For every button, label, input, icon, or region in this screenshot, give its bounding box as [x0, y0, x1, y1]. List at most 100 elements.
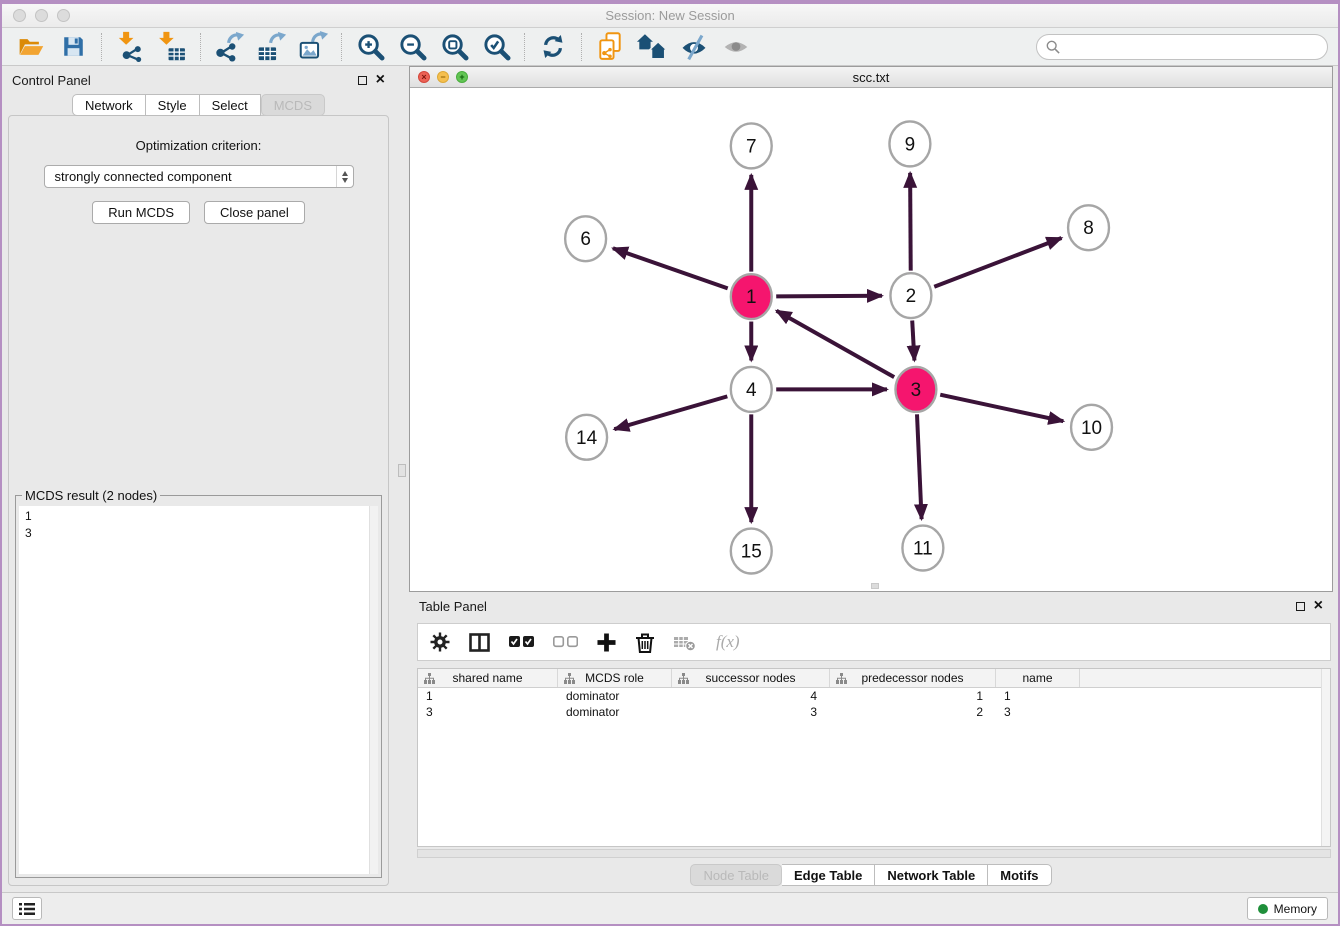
- search-box[interactable]: [1036, 34, 1328, 60]
- memory-button[interactable]: Memory: [1247, 897, 1328, 920]
- open-session-button[interactable]: [13, 31, 49, 63]
- table-row[interactable]: 3dominator323: [418, 704, 1330, 720]
- duplicate-network-button[interactable]: [592, 31, 628, 63]
- apply-layout-button[interactable]: [535, 31, 571, 63]
- zoom-out-button[interactable]: [394, 31, 430, 63]
- network-minimize-button[interactable]: −: [437, 71, 449, 83]
- add-column-button[interactable]: [597, 633, 616, 652]
- table-tab-edge-table[interactable]: Edge Table: [782, 864, 875, 886]
- cell-shared-name[interactable]: 3: [418, 704, 558, 720]
- task-history-button[interactable]: [12, 897, 42, 920]
- delete-column-button[interactable]: [635, 632, 655, 653]
- canvas-resize-grip[interactable]: [871, 583, 879, 589]
- table-scrollbar[interactable]: [1321, 669, 1330, 846]
- cell-predecessor-nodes[interactable]: 1: [830, 688, 996, 704]
- save-session-button[interactable]: [55, 31, 91, 63]
- graph-node-9[interactable]: 9: [889, 121, 930, 166]
- graph-node-11[interactable]: 11: [902, 526, 943, 571]
- hide-panel-button[interactable]: [676, 31, 712, 63]
- zoom-fit-button[interactable]: [436, 31, 472, 63]
- cell-MCDS-role[interactable]: dominator: [558, 704, 672, 720]
- cell-MCDS-role[interactable]: dominator: [558, 688, 672, 704]
- cell-shared-name[interactable]: 1: [418, 688, 558, 704]
- cell-predecessor-nodes[interactable]: 2: [830, 704, 996, 720]
- network-canvas[interactable]: 1 2 3 4 6 7 8 9 10 11 14 15: [410, 88, 1332, 591]
- run-mcds-button[interactable]: Run MCDS: [92, 201, 190, 224]
- cp-tab-network[interactable]: Network: [72, 94, 146, 116]
- graph-edge-3-1[interactable]: [777, 311, 895, 377]
- cell-name[interactable]: 1: [996, 688, 1080, 704]
- plus-icon: [597, 633, 616, 652]
- table-hscrollbar[interactable]: [417, 849, 1331, 858]
- table-tab-network-table[interactable]: Network Table: [875, 864, 988, 886]
- graph-node-3[interactable]: 3: [895, 367, 936, 412]
- network-graph[interactable]: 1 2 3 4 6 7 8 9 10 11 14 15: [410, 88, 1332, 591]
- column-header-name[interactable]: name: [996, 669, 1080, 687]
- column-label: MCDS role: [585, 671, 644, 685]
- float-table-panel-icon[interactable]: [1296, 602, 1305, 611]
- close-panel-button[interactable]: Close panel: [204, 201, 305, 224]
- graph-node-4[interactable]: 4: [731, 367, 772, 412]
- home-houses-icon: [636, 32, 668, 61]
- export-table-button[interactable]: [253, 31, 289, 63]
- close-table-panel-icon[interactable]: ×: [1314, 598, 1323, 614]
- graph-node-6[interactable]: 6: [565, 216, 606, 261]
- import-network-button[interactable]: [112, 31, 148, 63]
- graph-edge-3-10[interactable]: [940, 395, 1063, 422]
- panel-divider[interactable]: [395, 66, 409, 892]
- network-zoom-button[interactable]: +: [456, 71, 468, 83]
- column-header-predecessor-nodes[interactable]: predecessor nodes: [830, 669, 996, 687]
- import-table-button[interactable]: [154, 31, 190, 63]
- list-icon: [19, 902, 35, 916]
- home-button[interactable]: [634, 31, 670, 63]
- divider-grip-icon[interactable]: [398, 464, 406, 477]
- graph-edge-2-3[interactable]: [912, 321, 914, 361]
- select-all-columns-button[interactable]: [509, 635, 534, 649]
- float-panel-icon[interactable]: [358, 76, 367, 85]
- graph-edge-4-14[interactable]: [614, 396, 727, 429]
- deselect-all-columns-button[interactable]: [553, 635, 578, 649]
- zoom-selected-button[interactable]: [478, 31, 514, 63]
- table-tab-node-table[interactable]: Node Table: [690, 864, 782, 886]
- cell-name[interactable]: 3: [996, 704, 1080, 720]
- graph-node-7[interactable]: 7: [731, 123, 772, 168]
- graph-node-label: 2: [906, 286, 917, 307]
- show-panel-button[interactable]: [718, 31, 754, 63]
- table-split-view-button[interactable]: [469, 633, 490, 652]
- close-panel-icon[interactable]: ×: [376, 72, 385, 88]
- table-settings-button[interactable]: [430, 632, 450, 652]
- table-row[interactable]: 1dominator411: [418, 688, 1330, 704]
- graph-edge-3-11[interactable]: [917, 414, 922, 519]
- graph-edge-1-2[interactable]: [776, 296, 882, 297]
- graph-node-15[interactable]: 15: [731, 529, 772, 574]
- export-image-button[interactable]: [295, 31, 331, 63]
- column-header-shared-name[interactable]: shared name: [418, 669, 558, 687]
- delete-table-button[interactable]: [674, 633, 697, 652]
- graph-node-1[interactable]: 1: [731, 274, 772, 319]
- table-tab-motifs[interactable]: Motifs: [988, 864, 1051, 886]
- cp-tab-select[interactable]: Select: [200, 94, 261, 116]
- graph-node-10[interactable]: 10: [1071, 405, 1112, 450]
- criterion-dropdown[interactable]: strongly connected component: [44, 165, 354, 188]
- function-builder-button[interactable]: f(x): [716, 632, 740, 652]
- result-scrollbar[interactable]: [369, 506, 378, 874]
- search-input[interactable]: [1065, 38, 1318, 55]
- export-network-button[interactable]: [211, 31, 247, 63]
- cp-tab-style[interactable]: Style: [146, 94, 200, 116]
- import-table-icon: [157, 31, 187, 62]
- graph-edge-2-9[interactable]: [910, 173, 911, 271]
- network-close-button[interactable]: ×: [418, 71, 430, 83]
- mcds-result-line: 1: [25, 508, 372, 525]
- zoom-in-button[interactable]: [352, 31, 388, 63]
- mcds-result-list[interactable]: 13: [19, 506, 378, 874]
- column-header-MCDS-role[interactable]: MCDS role: [558, 669, 672, 687]
- graph-edge-2-8[interactable]: [934, 238, 1061, 287]
- graph-edge-1-6[interactable]: [613, 248, 728, 288]
- graph-node-8[interactable]: 8: [1068, 205, 1109, 250]
- column-header-successor-nodes[interactable]: successor nodes: [672, 669, 830, 687]
- graph-node-14[interactable]: 14: [566, 415, 607, 460]
- cell-successor-nodes[interactable]: 3: [672, 704, 830, 720]
- graph-node-2[interactable]: 2: [890, 273, 931, 318]
- cell-successor-nodes[interactable]: 4: [672, 688, 830, 704]
- cp-tab-mcds[interactable]: MCDS: [261, 94, 325, 116]
